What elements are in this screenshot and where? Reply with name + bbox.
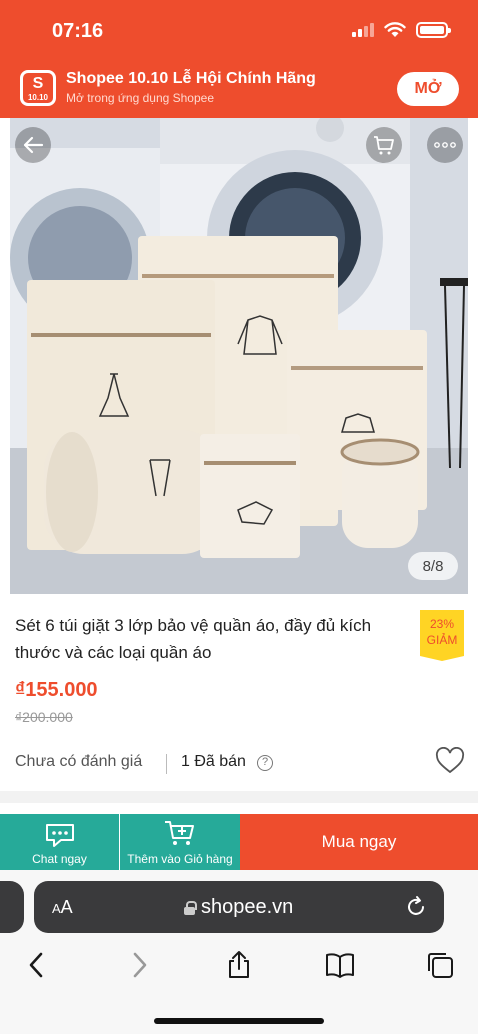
add-to-cart-button[interactable]: Thêm vào Giỏ hàng [120,814,240,870]
more-options-button[interactable] [427,127,463,163]
reader-options-button[interactable]: AA [52,897,73,918]
chat-icon [46,824,74,847]
bookmarks-icon[interactable] [325,950,355,980]
previous-tab[interactable] [0,881,24,933]
cellular-signal-icon [352,23,374,37]
open-in-app-button[interactable]: MỞ [397,72,459,106]
cart-button[interactable] [366,127,402,163]
share-icon[interactable] [224,950,254,980]
logo-text: 10.10 [27,93,49,102]
chevron-right-icon[interactable] [124,950,154,980]
help-icon[interactable]: ? [257,755,273,771]
product-image-gallery[interactable]: 8/8 [10,118,468,594]
url-text: shopee.vn [201,896,294,918]
reload-icon[interactable] [404,895,428,919]
back-arrow-icon [23,136,44,154]
back-button[interactable] [15,127,51,163]
add-to-cart-label: Thêm vào Giỏ hàng [127,852,233,866]
chat-now-label: Chat ngay [32,852,87,866]
header: 07:16 S 10.10 Shopee 10.10 Lễ Hội Chính … [0,0,478,118]
discount-word: GIẢM [426,633,458,647]
product-photo [10,118,468,594]
banner-title: Shopee 10.10 Lễ Hội Chính Hãng [66,70,316,87]
image-counter: 8/8 [408,552,458,580]
logo-letter: S [32,75,44,92]
battery-icon [416,22,451,38]
buy-now-button[interactable]: Mua ngay [240,814,478,870]
divider [166,754,167,774]
tabs-icon[interactable] [425,950,455,980]
discount-badge: 23% GIẢM [420,610,464,661]
more-icon [434,142,456,148]
add-to-cart-icon [165,821,194,845]
aa-big: A [60,897,73,917]
rating-text: Chưa có đánh giá [15,753,143,770]
wifi-icon [384,22,406,37]
aa-small: A [52,901,61,916]
product-price: ₫155.000 [15,679,98,701]
original-price: ₫200.000 [15,709,73,725]
chevron-left-icon[interactable] [22,950,52,980]
discount-percent: 23% [429,617,455,631]
address-bar[interactable]: AA shopee.vn [34,881,444,933]
section-gap [0,791,478,803]
status-time: 07:16 [52,20,104,42]
product-title: Sét 6 túi giặt 3 lớp bảo vệ quần áo, đầy… [15,616,372,662]
cart-icon [374,136,394,155]
home-indicator [154,1018,324,1024]
chat-now-button[interactable]: Chat ngay [0,814,119,870]
lock-icon [184,901,197,915]
banner-subtitle: Mở trong ứng dụng Shopee [66,91,215,105]
heart-icon[interactable] [435,747,465,775]
url-display: shopee.vn [184,896,293,919]
status-icons [352,22,451,38]
sold-count: 1 Đã bán [181,753,246,770]
shopee-app-logo: S 10.10 [20,70,56,106]
